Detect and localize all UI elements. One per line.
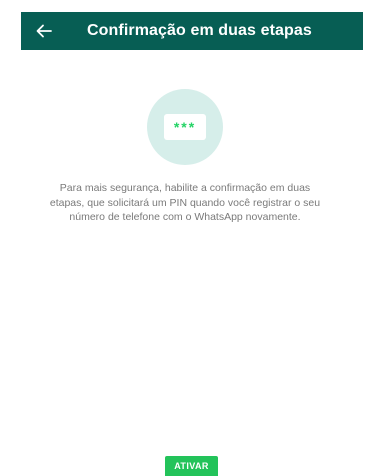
app-bar: Confirmação em duas etapas bbox=[21, 12, 363, 50]
back-button[interactable] bbox=[21, 12, 67, 50]
pin-illustration: *** bbox=[147, 89, 223, 165]
pin-mask: *** bbox=[164, 114, 206, 140]
description-text: Para mais segurança, habilite a confirma… bbox=[49, 182, 321, 223]
activate-button[interactable]: ATIVAR bbox=[165, 456, 218, 476]
two-step-verification-screen: Confirmação em duas etapas *** Para mais… bbox=[0, 0, 370, 476]
arrow-left-icon bbox=[36, 24, 52, 38]
page-title: Confirmação em duas etapas bbox=[87, 22, 312, 39]
